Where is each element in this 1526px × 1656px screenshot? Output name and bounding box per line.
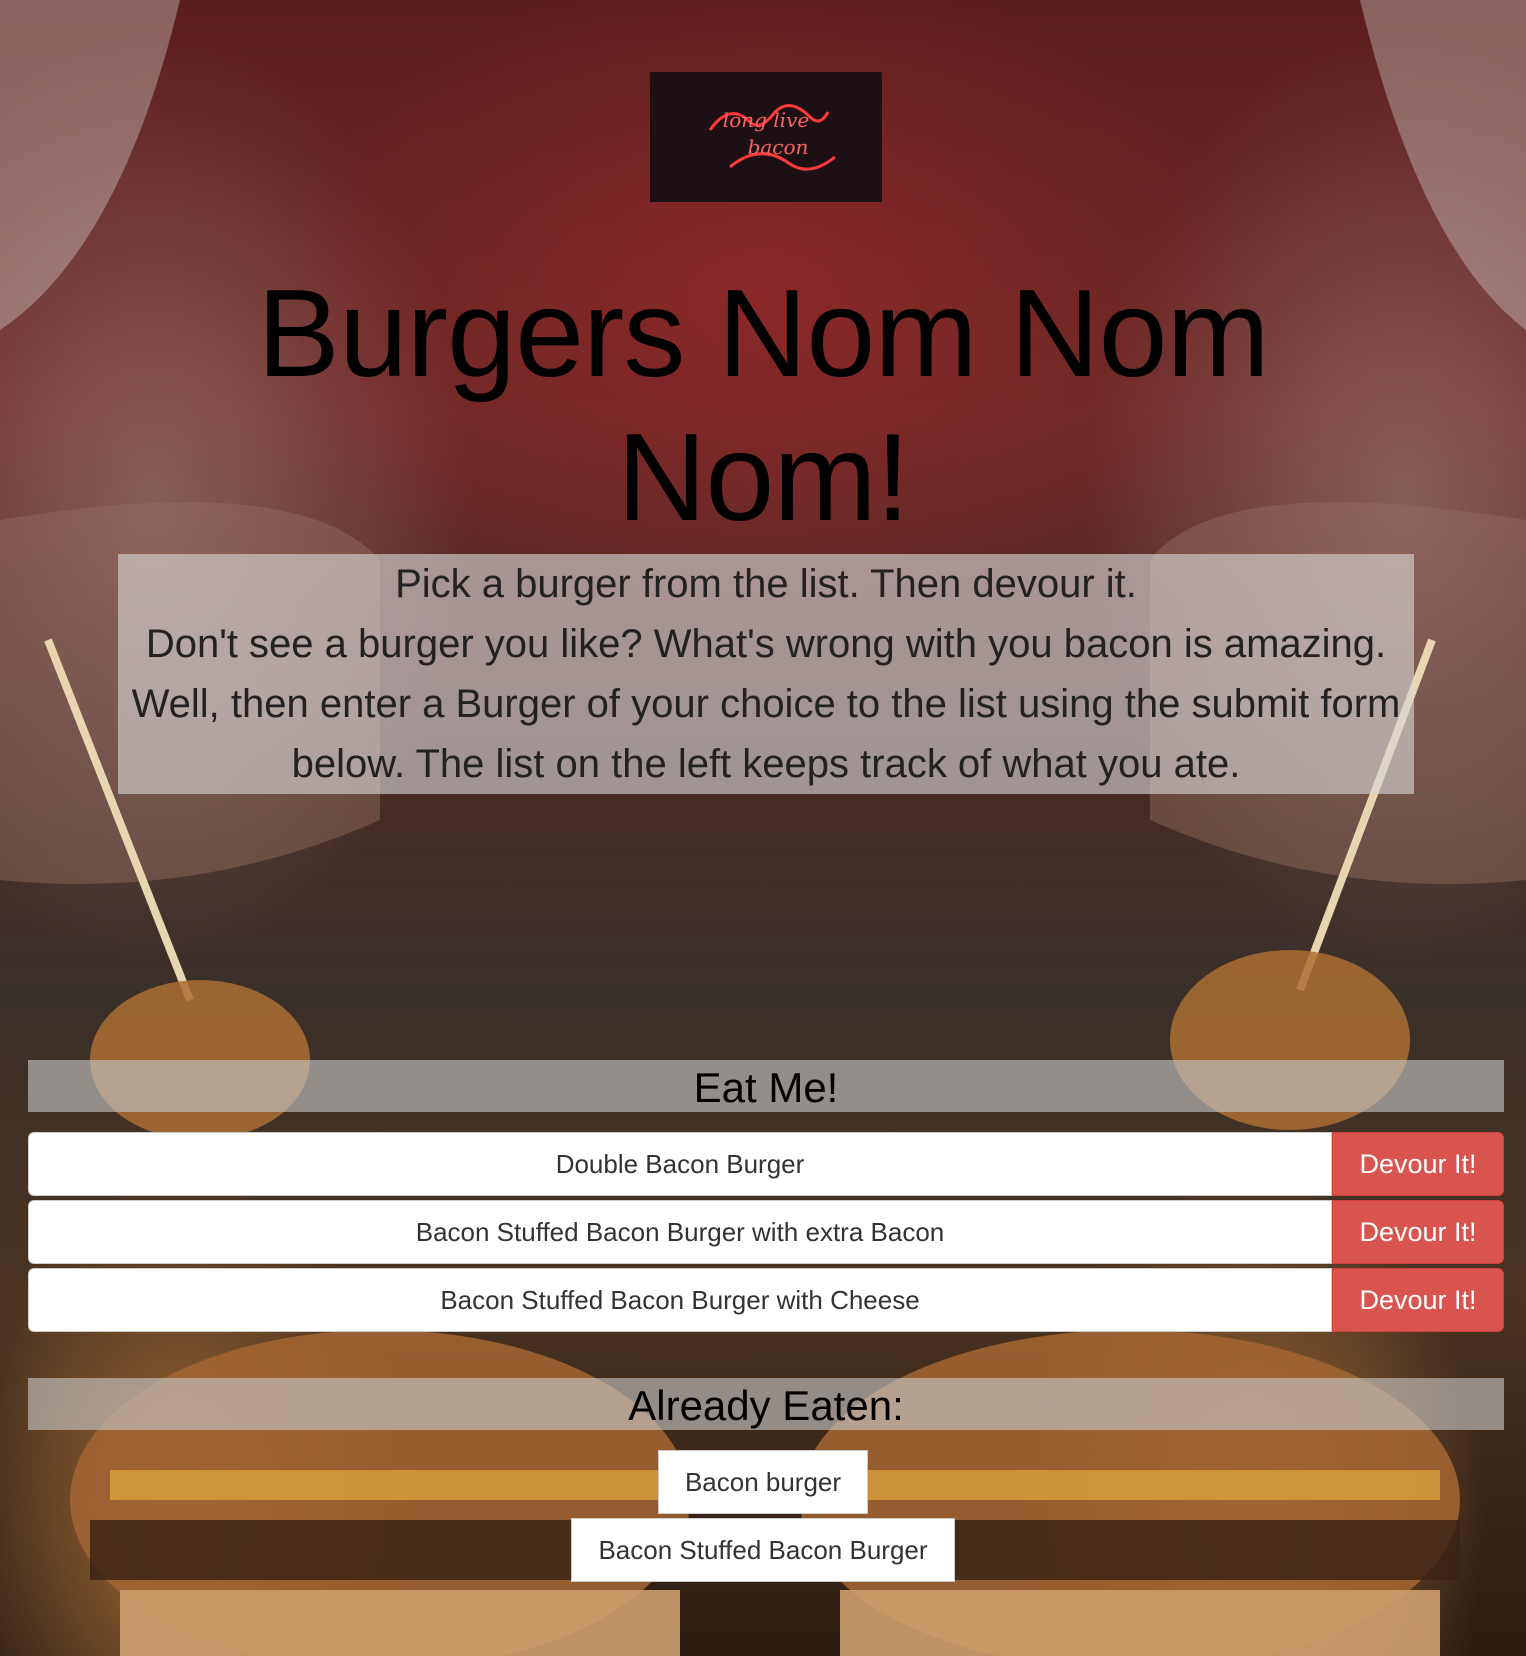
- page-title: Burgers Nom Nom Nom!: [257, 265, 1270, 547]
- burger-row: Double Bacon Burger Devour It!: [28, 1132, 1504, 1196]
- intro-line-2: Don't see a burger you like? What's wron…: [145, 622, 1387, 666]
- devour-button[interactable]: Devour It!: [1332, 1132, 1504, 1196]
- devour-button[interactable]: Devour It!: [1332, 1200, 1504, 1264]
- eaten-burger-item: Bacon Stuffed Bacon Burger: [571, 1518, 955, 1582]
- burger-row: Bacon Stuffed Bacon Burger with Cheese D…: [28, 1268, 1504, 1332]
- burger-name: Bacon Stuffed Bacon Burger with Cheese: [28, 1268, 1332, 1332]
- already-eaten-heading: Already Eaten:: [28, 1378, 1504, 1430]
- logo-line2: bacon: [748, 135, 809, 159]
- intro-line-3: Well, then enter a Burger of your choice…: [131, 682, 1401, 786]
- burger-name: Double Bacon Burger: [28, 1132, 1332, 1196]
- logo-line1: long live: [723, 108, 809, 132]
- uneaten-burger-list: Double Bacon Burger Devour It! Bacon Stu…: [28, 1132, 1504, 1336]
- devour-button[interactable]: Devour It!: [1332, 1268, 1504, 1332]
- burger-name: Bacon Stuffed Bacon Burger with extra Ba…: [28, 1200, 1332, 1264]
- intro-line-1: Pick a burger from the list. Then devour…: [395, 562, 1137, 606]
- eaten-burger-list: Bacon burger Bacon Stuffed Bacon Burger: [0, 1450, 1526, 1586]
- intro-panel: Pick a burger from the list. Then devour…: [118, 554, 1414, 794]
- burger-row: Bacon Stuffed Bacon Burger with extra Ba…: [28, 1200, 1504, 1264]
- eaten-burger-item: Bacon burger: [657, 1450, 869, 1514]
- eat-me-heading: Eat Me!: [28, 1060, 1504, 1112]
- logo: long live bacon: [650, 72, 882, 202]
